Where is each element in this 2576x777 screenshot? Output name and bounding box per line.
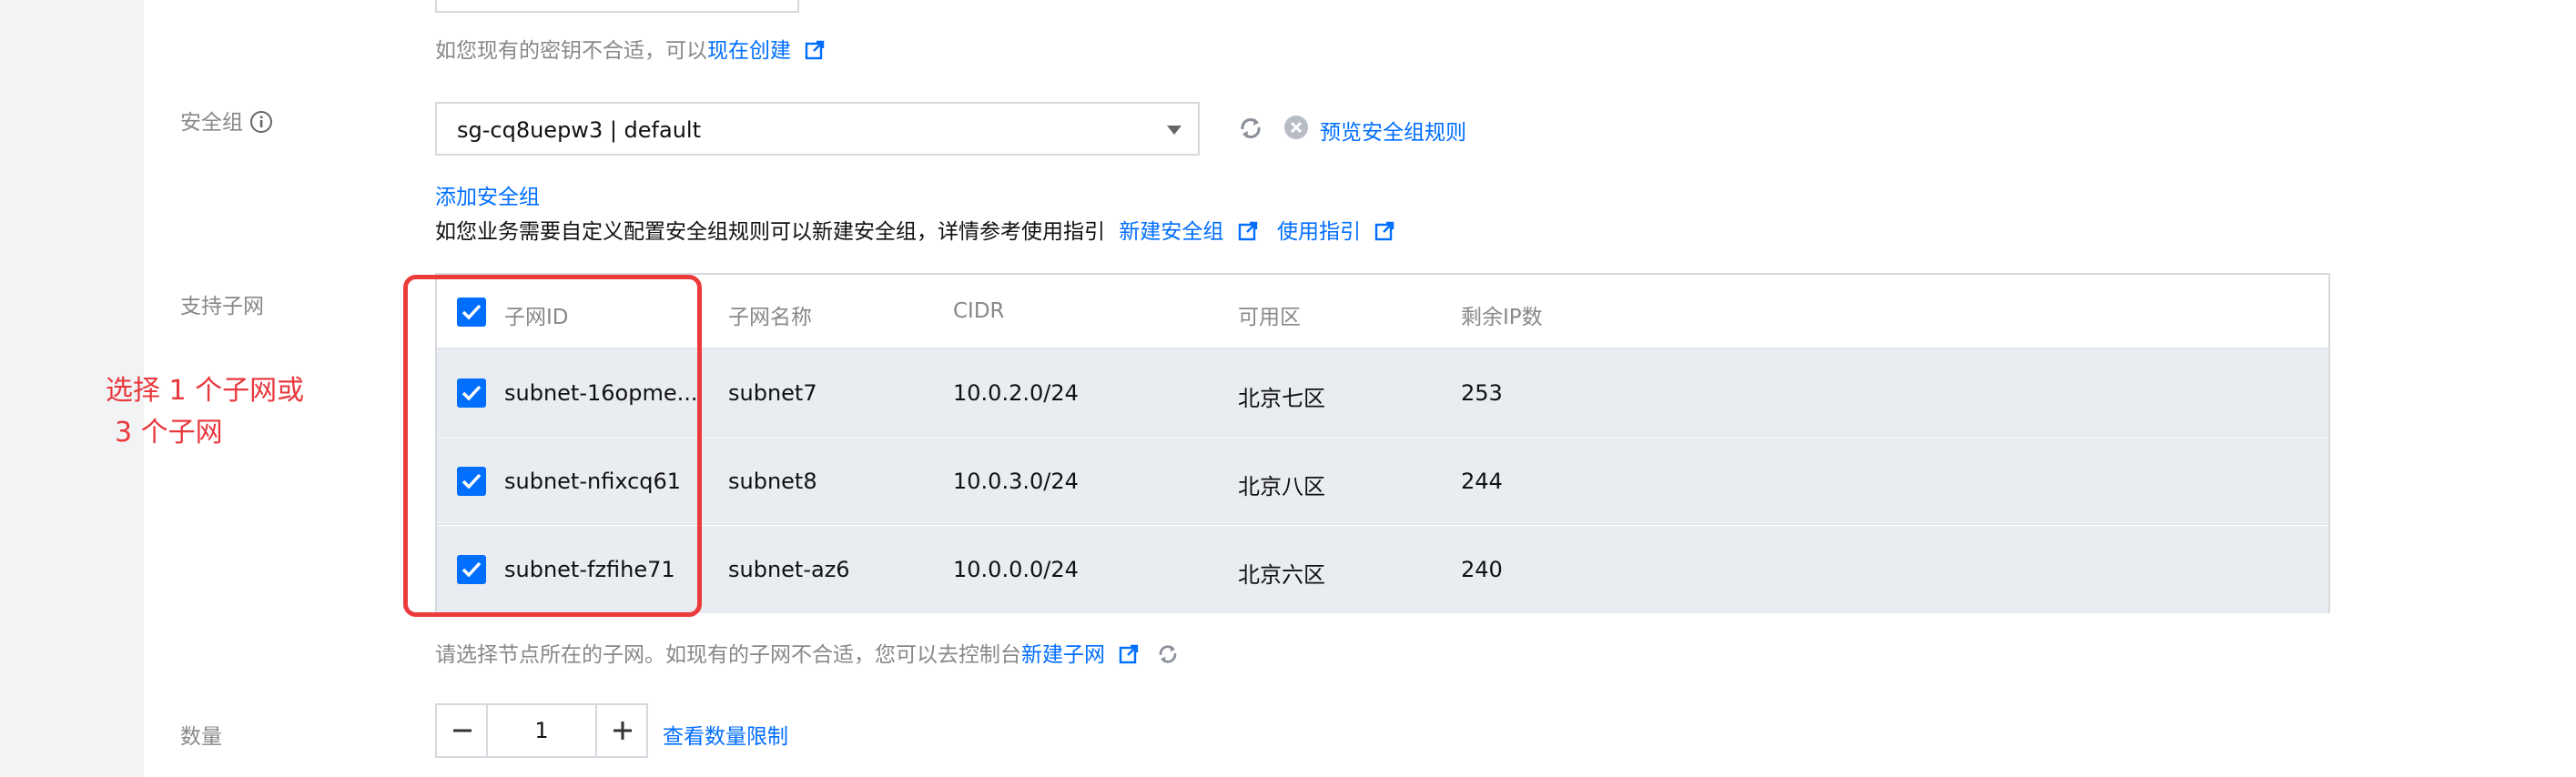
security-group-value: sg-cq8uepw3 | default <box>457 117 701 143</box>
preview-rules-link[interactable]: 预览安全组规则 <box>1320 115 1466 146</box>
subnet-hint: 请选择节点所在的子网。如现有的子网不合适，您可以去控制台新建子网 <box>435 637 1181 668</box>
external-link-icon[interactable] <box>1238 221 1258 241</box>
close-circle-icon[interactable] <box>1283 115 1309 140</box>
subnet-ips: 240 <box>1461 557 1503 582</box>
subnet-name: subnet-az6 <box>728 557 850 582</box>
quantity-stepper[interactable]: 1 <box>435 703 648 758</box>
subnet-ips: 253 <box>1461 380 1503 406</box>
external-link-icon[interactable] <box>805 40 825 60</box>
table-row[interactable]: subnet-16opme... subnet7 10.0.2.0/24 北京七… <box>437 349 2328 437</box>
subnet-name: subnet8 <box>728 469 817 494</box>
refresh-icon[interactable] <box>1155 641 1181 667</box>
table-header: 子网ID 子网名称 CIDR 可用区 剩余IP数 <box>437 275 2328 349</box>
annotation-highlight-box <box>403 275 702 617</box>
annotation-line-2: 3 个子网 <box>115 417 223 449</box>
minus-icon <box>453 729 472 732</box>
plus-icon <box>614 722 632 740</box>
external-link-icon[interactable] <box>1119 644 1139 664</box>
column-header-ips: 剩余IP数 <box>1461 306 1543 329</box>
external-link-icon[interactable] <box>1374 221 1394 241</box>
security-group-select[interactable]: sg-cq8uepw3 | default <box>435 102 1200 156</box>
increment-button[interactable] <box>595 705 646 756</box>
subnet-name: subnet7 <box>728 380 817 406</box>
column-header-cidr: CIDR <box>953 299 1005 323</box>
subnet-ips: 244 <box>1461 469 1503 494</box>
key-select-partial[interactable] <box>435 0 799 13</box>
subnet-zone: 北京八区 <box>1238 474 1325 500</box>
guide-link[interactable]: 使用指引 <box>1277 220 1361 244</box>
info-icon[interactable] <box>249 110 273 134</box>
annotation-line-1: 选择 1 个子网或 <box>106 375 305 407</box>
subnet-cidr: 10.0.0.0/24 <box>953 557 1079 582</box>
quantity-value[interactable]: 1 <box>490 718 593 743</box>
subnet-cidr: 10.0.3.0/24 <box>953 469 1079 494</box>
decrement-button[interactable] <box>437 705 488 756</box>
quantity-limit-link[interactable]: 查看数量限制 <box>663 719 788 750</box>
subnet-label: 支持子网 <box>180 295 264 318</box>
subnet-table: 子网ID 子网名称 CIDR 可用区 剩余IP数 subnet-16opme..… <box>435 273 2330 613</box>
quantity-label: 数量 <box>180 725 222 749</box>
security-group-desc: 如您业务需要自定义配置安全组规则可以新建安全组，详情参考使用指引 新建安全组 使… <box>435 214 1394 245</box>
subnet-zone: 北京六区 <box>1238 562 1325 588</box>
annotation-text: 选择 1 个子网或 3 个子网 <box>106 370 304 454</box>
new-security-group-link[interactable]: 新建安全组 <box>1119 220 1223 244</box>
table-row[interactable]: subnet-nfixcq61 subnet8 10.0.3.0/24 北京八区… <box>437 438 2328 525</box>
table-row[interactable]: subnet-fzfihe71 subnet-az6 10.0.0.0/24 北… <box>437 526 2328 613</box>
key-hint: 如您现有的密钥不合适，可以现在创建 <box>435 33 825 64</box>
subnet-zone: 北京七区 <box>1238 386 1325 411</box>
subnet-cidr: 10.0.2.0/24 <box>953 380 1079 406</box>
add-security-group-link[interactable]: 添加安全组 <box>435 179 540 210</box>
refresh-icon[interactable] <box>1236 114 1265 143</box>
chevron-down-icon <box>1167 126 1182 135</box>
column-header-zone: 可用区 <box>1238 306 1301 329</box>
page: 如您现有的密钥不合适，可以现在创建 安全组 sg-cq8uepw3 | defa… <box>0 0 2576 777</box>
column-header-name: 子网名称 <box>728 306 812 329</box>
security-group-label: 安全组 <box>180 105 273 136</box>
new-subnet-link[interactable]: 新建子网 <box>1021 643 1105 667</box>
key-hint-text: 如您现有的密钥不合适，可以 <box>435 39 707 63</box>
create-key-link[interactable]: 现在创建 <box>707 39 791 63</box>
